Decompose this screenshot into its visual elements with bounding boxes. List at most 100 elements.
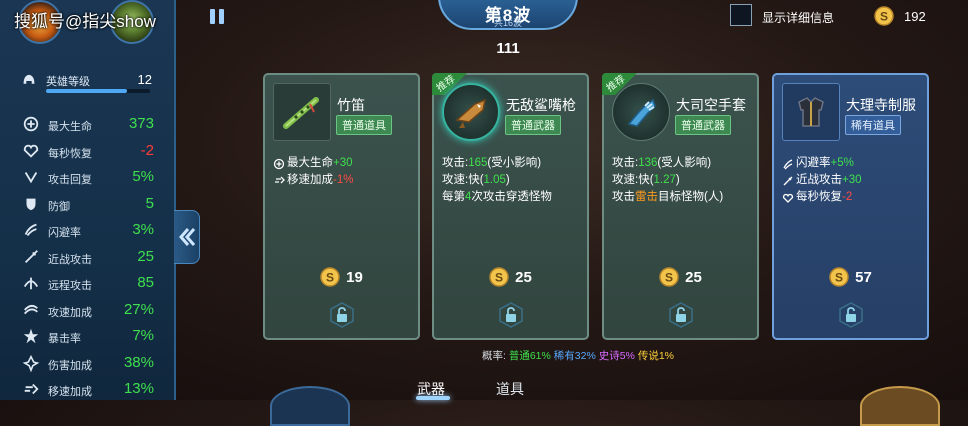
max-hp-icon bbox=[273, 158, 285, 169]
shop-card[interactable]: 竹笛 普通道具 最大生命 +30 移速加成 -1% S 19 bbox=[263, 73, 420, 340]
max-hp-icon bbox=[23, 116, 39, 132]
lock-button[interactable] bbox=[496, 300, 526, 330]
attack-speed-icon bbox=[24, 304, 38, 314]
lock-icon bbox=[499, 302, 523, 328]
stat-row-crit-rate: 暴击率 7% bbox=[18, 324, 168, 351]
lock-button[interactable] bbox=[836, 300, 866, 330]
gauntlet-icon bbox=[627, 98, 656, 127]
stat-label: 移速加成 bbox=[48, 386, 92, 398]
svg-text:S: S bbox=[495, 271, 503, 285]
item-image bbox=[273, 83, 331, 141]
stat-label: 最大生命 bbox=[48, 121, 92, 133]
detail-checkbox-label[interactable]: 显示详细信息 bbox=[762, 9, 834, 26]
stat-label: 伤害加成 bbox=[48, 359, 92, 372]
stat-row-defense: 防御 5 bbox=[18, 192, 168, 219]
item-property: 最大生命 +30 bbox=[273, 155, 418, 172]
melee-attack-icon bbox=[783, 176, 793, 185]
svg-text:S: S bbox=[835, 271, 843, 285]
pause-button[interactable] bbox=[198, 0, 236, 32]
pause-icon bbox=[210, 9, 224, 24]
price-value: 25 bbox=[685, 268, 702, 286]
stat-label: 暴击率 bbox=[48, 333, 81, 345]
skill-orb-right[interactable] bbox=[860, 386, 940, 426]
stat-value: 38% bbox=[123, 353, 154, 371]
item-name: 竹笛 bbox=[337, 97, 365, 113]
item-price[interactable]: S 19 bbox=[265, 267, 418, 287]
stats-sidebar: 搜狐号@指尖show 英雄等级 12 最大生命 373 每秒恢复 -2 攻击回复 5% 防御… bbox=[0, 0, 176, 400]
odds-rare: 稀有32% bbox=[553, 350, 596, 362]
shop-card[interactable]: 推荐 无敌鲨嘴枪 普通武器 攻击: 165 (受小影响) 攻速:快(1.05) 每第 4 次攻击穿… bbox=[432, 73, 589, 340]
odds-epic: 史诗5% bbox=[598, 350, 635, 362]
bamboo-flute-icon bbox=[283, 97, 319, 129]
item-property: 每秒恢复 -2 bbox=[782, 189, 927, 206]
armor-uniform-icon bbox=[798, 97, 824, 127]
lock-icon bbox=[839, 302, 863, 328]
item-property: 攻击 雷击 目标怪物(人) bbox=[612, 191, 724, 203]
detail-checkbox[interactable] bbox=[730, 4, 752, 26]
item-rarity-tag: 普通武器 bbox=[675, 115, 731, 135]
gold-coin-icon: S bbox=[659, 267, 679, 287]
stat-label: 远程攻击 bbox=[48, 280, 92, 292]
crit-rate-icon bbox=[23, 328, 39, 344]
item-property: 攻击: 136 (受人影响) bbox=[612, 157, 712, 169]
odds-legend: 传说1% bbox=[637, 350, 675, 362]
gold-coin-icon: S bbox=[320, 267, 340, 287]
svg-text:S: S bbox=[880, 10, 888, 24]
skill-orb-left[interactable] bbox=[270, 386, 350, 426]
item-price[interactable]: S 57 bbox=[774, 267, 927, 287]
stat-row-ranged-attack: 远程攻击 85 bbox=[18, 271, 168, 298]
tab-items[interactable]: 道具 bbox=[496, 379, 524, 399]
item-properties: 攻击: 136 (受人影响) 攻速:快(1.27) 攻击 雷击 目标怪物(人) bbox=[612, 155, 757, 206]
stat-value: 27% bbox=[123, 300, 154, 318]
item-property: 每第 4 次攻击穿透怪物 bbox=[442, 191, 552, 203]
lock-button[interactable] bbox=[327, 300, 357, 330]
item-image bbox=[782, 83, 840, 141]
ranged-attack-icon bbox=[23, 277, 39, 290]
price-value: 19 bbox=[346, 268, 363, 286]
wave-subtitle: 共16波 bbox=[493, 18, 522, 28]
item-name: 大司空手套 bbox=[676, 97, 746, 113]
damage-bonus-icon bbox=[22, 354, 40, 372]
game-screen: 搜狐号@指尖show 英雄等级 12 最大生命 373 每秒恢复 -2 攻击回复 5% 防御… bbox=[0, 0, 968, 426]
rarity-odds: 概率: 普通61% 稀有32% 史诗5% 传说1% bbox=[482, 348, 674, 363]
price-value: 57 bbox=[855, 268, 872, 286]
stat-value: 7% bbox=[132, 327, 154, 344]
stat-label: 攻速加成 bbox=[48, 306, 92, 319]
price-value: 25 bbox=[515, 268, 532, 286]
item-property: 近战攻击 +30 bbox=[782, 172, 927, 189]
shop-card[interactable]: 大理寺制服 稀有道具 闪避率 +5% 近战攻击 +30 每秒恢复 -2 S 57 bbox=[772, 73, 929, 340]
melee-attack-icon bbox=[24, 249, 38, 263]
stat-row-lifesteal: 攻击回复 5% bbox=[18, 165, 168, 192]
hero-level-value: 12 bbox=[137, 72, 152, 87]
move-speed-icon bbox=[24, 383, 39, 395]
lock-button[interactable] bbox=[666, 300, 696, 330]
shop-card[interactable]: 推荐 大司空手套 普通武器 攻击: 136 (受人影响) 攻速:快(1.27) 攻击 雷击 目标怪… bbox=[602, 73, 759, 340]
item-property: 闪避率 +5% bbox=[782, 155, 927, 172]
watermark-text: 搜狐号@指尖show bbox=[14, 12, 156, 31]
item-rarity-tag: 稀有道具 bbox=[845, 115, 901, 135]
dodge-icon bbox=[24, 223, 37, 236]
stat-value: 5% bbox=[132, 168, 154, 185]
lock-icon bbox=[330, 302, 354, 328]
item-price[interactable]: S 25 bbox=[434, 267, 587, 287]
move-speed-icon bbox=[275, 176, 285, 183]
item-price[interactable]: S 25 bbox=[604, 267, 757, 287]
defense-icon bbox=[26, 198, 36, 210]
item-properties: 闪避率 +5% 近战攻击 +30 每秒恢复 -2 bbox=[782, 155, 927, 206]
item-property: 攻击: 165 (受小影响) bbox=[442, 157, 542, 169]
collapse-sidebar-button[interactable] bbox=[174, 210, 200, 264]
item-name: 无敌鲨嘴枪 bbox=[506, 97, 576, 113]
item-properties: 最大生命 +30 移速加成 -1% bbox=[273, 155, 418, 189]
stat-row-regen: 每秒恢复 -2 bbox=[18, 139, 168, 166]
active-tab-indicator bbox=[416, 396, 450, 400]
stat-value: 85 bbox=[137, 274, 154, 291]
hero-exp-bar bbox=[46, 89, 150, 93]
odds-label: 概率: bbox=[482, 350, 506, 362]
stats-list: 最大生命 373 每秒恢复 -2 攻击回复 5% 防御 5 闪避率 3% 近战攻击 25 远程攻击 85 攻… bbox=[18, 112, 168, 404]
stat-label: 每秒恢复 bbox=[48, 147, 92, 160]
regen-icon bbox=[782, 193, 794, 203]
lifesteal-icon bbox=[24, 172, 38, 184]
stat-value: 5 bbox=[145, 194, 154, 212]
stat-label: 近战攻击 bbox=[48, 253, 92, 266]
stat-label: 防御 bbox=[48, 200, 70, 213]
